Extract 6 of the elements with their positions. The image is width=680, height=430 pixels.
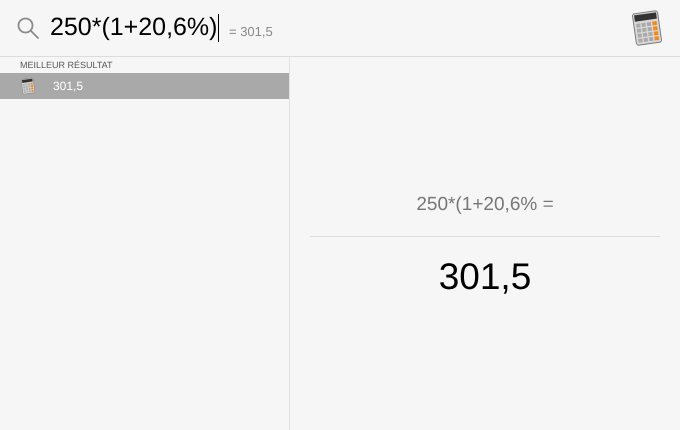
section-header: MEILLEUR RÉSULTAT	[19, 59, 114, 72]
calculator-icon	[20, 77, 36, 95]
result-text: 301,5	[438, 254, 532, 298]
search-icon	[16, 16, 40, 40]
expression-text: 250*(1+20,6% =	[416, 193, 554, 217]
completion-hint: = 301,5	[229, 23, 273, 41]
